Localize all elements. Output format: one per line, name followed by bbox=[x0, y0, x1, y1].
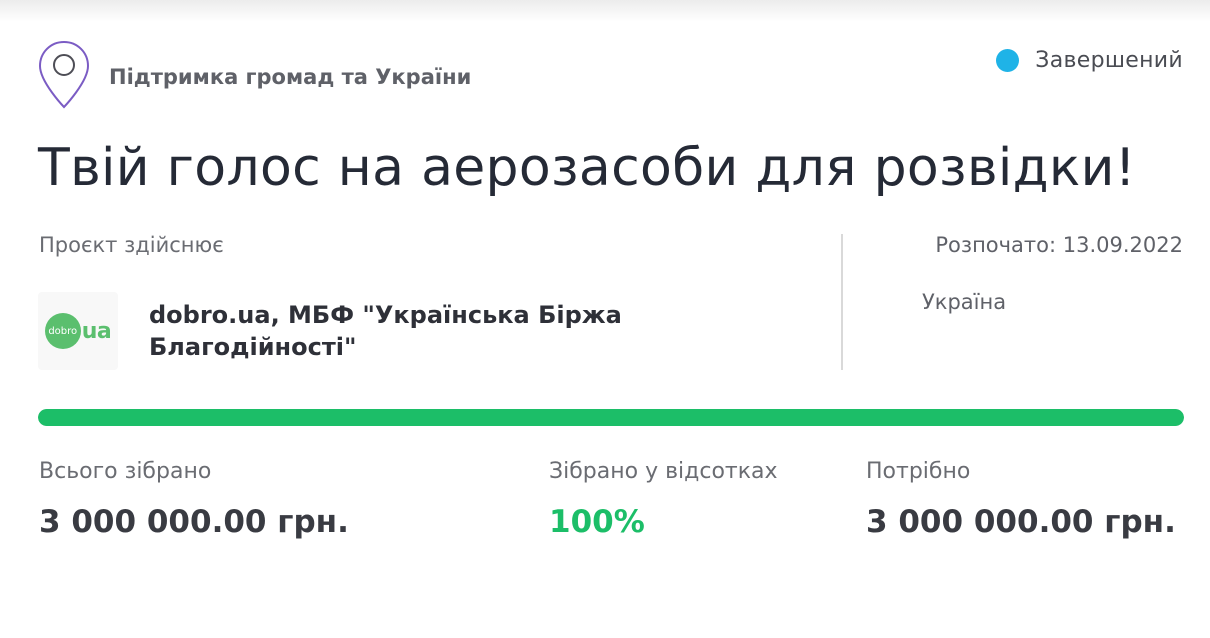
status-label: Завершений bbox=[1035, 48, 1183, 73]
progress-fill bbox=[38, 409, 1184, 426]
category-label: Підтримка громад та України bbox=[109, 65, 472, 89]
stat-needed-label: Потрібно bbox=[866, 459, 971, 484]
stat-percent: Зібрано у відсотках 100% bbox=[549, 459, 778, 541]
stat-needed: Потрібно 3 000 000.00 грн. bbox=[866, 459, 1186, 541]
status-badge: Завершений bbox=[996, 48, 1183, 73]
org-name[interactable]: dobro.ua, МБФ "Українська Біржа Благодій… bbox=[149, 299, 689, 363]
stat-collected-label: Всього зібрано bbox=[39, 459, 212, 484]
start-date: Розпочато: 13.09.2022 bbox=[935, 233, 1183, 257]
stat-percent-value: 100% bbox=[549, 504, 645, 540]
implementer-org[interactable]: dobro ua dobro.ua, МБФ "Українська Біржа… bbox=[38, 292, 689, 370]
status-dot-icon bbox=[996, 49, 1020, 72]
project-category: Підтримка громад та України bbox=[38, 40, 471, 110]
logo-suffix: ua bbox=[81, 318, 112, 344]
map-pin-icon bbox=[38, 40, 90, 109]
top-shade bbox=[0, 0, 1210, 22]
implementer-heading: Проєкт здійснює bbox=[39, 233, 224, 257]
progress-bar bbox=[38, 409, 1184, 426]
stat-needed-value: 3 000 000.00 грн. bbox=[866, 504, 1176, 540]
stat-collected: Всього зібрано 3 000 000.00 грн. bbox=[39, 459, 349, 541]
vertical-divider bbox=[841, 234, 843, 370]
org-logo[interactable]: dobro ua bbox=[38, 292, 118, 370]
project-location: Україна bbox=[922, 290, 1007, 314]
dobro-ua-logo: dobro ua bbox=[44, 313, 112, 349]
page-title: Твій голос на аерозасоби для розвідки! bbox=[38, 138, 1136, 198]
stat-percent-label: Зібрано у відсотках bbox=[549, 459, 778, 484]
logo-circle: dobro bbox=[44, 313, 81, 349]
stat-collected-value: 3 000 000.00 грн. bbox=[39, 504, 349, 540]
